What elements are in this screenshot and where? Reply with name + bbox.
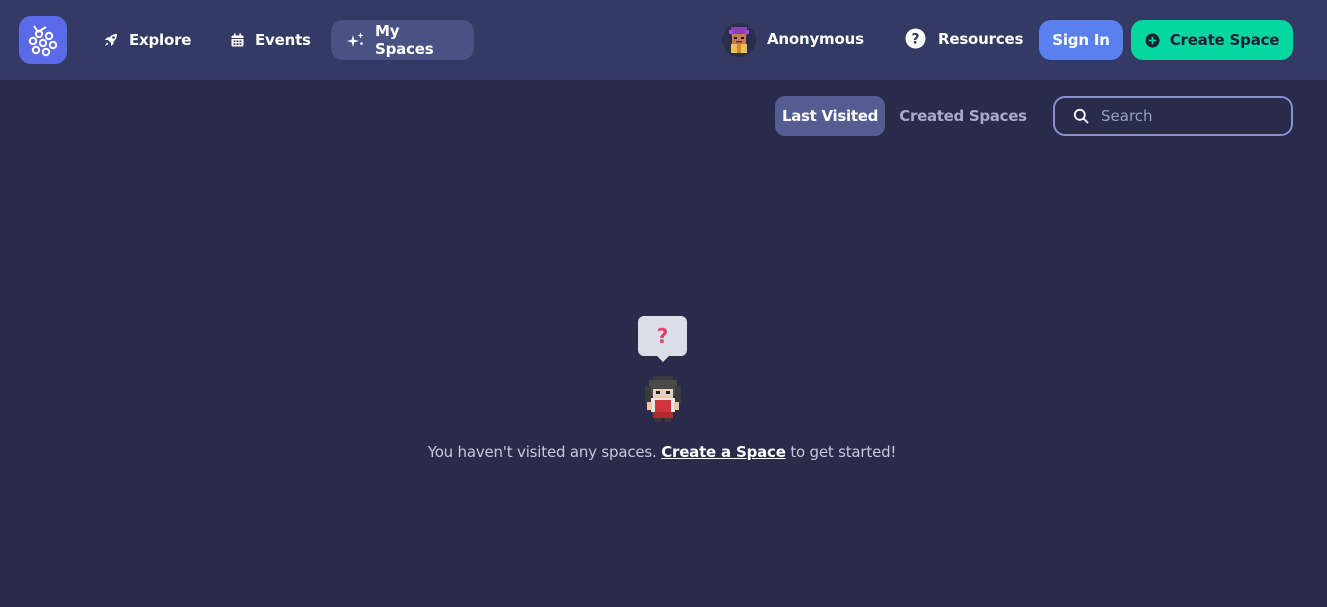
- nav-events[interactable]: Events: [214, 20, 327, 60]
- tab-last-visited[interactable]: Last Visited: [775, 96, 885, 136]
- calendar-icon: [231, 33, 244, 46]
- sign-in-button[interactable]: Sign In: [1039, 20, 1123, 60]
- resources-link[interactable]: ? Resources: [905, 28, 1023, 49]
- gather-logo-icon[interactable]: [19, 16, 67, 64]
- tab-last-visited-label: Last Visited: [781, 107, 879, 125]
- sparkles-icon: [347, 32, 364, 47]
- nav-my-spaces-label: My Spaces: [375, 22, 434, 58]
- svg-text:?: ?: [912, 32, 920, 48]
- create-space-button[interactable]: Create Space: [1131, 20, 1293, 60]
- question-circle-icon: ?: [905, 28, 926, 49]
- create-space-label: Create Space: [1169, 31, 1280, 49]
- top-navigation-bar: Explore Events My Spaces Anonymous ? Res…: [0, 0, 1327, 80]
- tab-created-spaces[interactable]: Created Spaces: [895, 96, 1031, 136]
- sign-in-label: Sign In: [1052, 31, 1110, 49]
- plus-circle-icon: [1145, 33, 1160, 47]
- resources-label: Resources: [938, 29, 1024, 48]
- question-mark: ?: [656, 324, 669, 348]
- nav-events-label: Events: [255, 31, 311, 49]
- rocket-icon: [105, 34, 117, 46]
- pixel-character-icon: [645, 376, 681, 422]
- tab-created-spaces-label: Created Spaces: [899, 107, 1027, 125]
- empty-message-after: to get started!: [790, 443, 897, 461]
- nav-explore[interactable]: Explore: [87, 20, 207, 60]
- nav-explore-label: Explore: [129, 31, 192, 49]
- nav-my-spaces[interactable]: My Spaces: [331, 20, 474, 60]
- search-input[interactable]: [1101, 107, 1271, 125]
- question-speech-bubble: ?: [638, 316, 687, 362]
- create-space-link[interactable]: Create a Space: [661, 443, 786, 461]
- empty-state-message: You haven't visited any spaces. Create a…: [0, 443, 1324, 461]
- search-icon: [1073, 108, 1089, 124]
- avatar[interactable]: [722, 23, 756, 57]
- user-name[interactable]: Anonymous: [767, 30, 864, 48]
- empty-message-before: You haven't visited any spaces.: [427, 443, 657, 461]
- search-field[interactable]: [1053, 96, 1293, 136]
